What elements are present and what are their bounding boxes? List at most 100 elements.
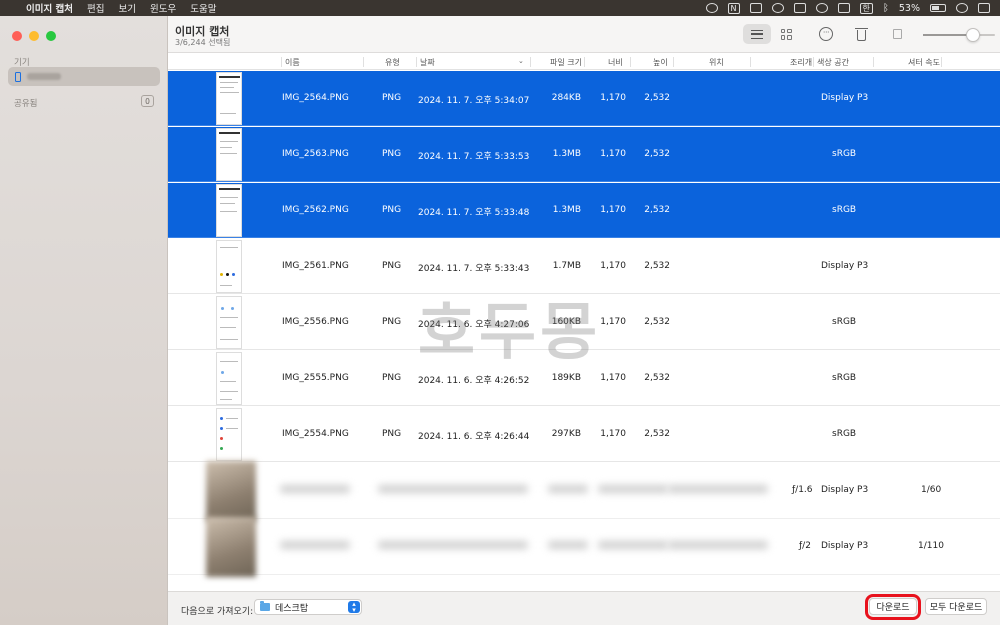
messages-status-icon[interactable] (705, 3, 718, 13)
table-row[interactable]: IMG_2563.PNG PNG 2024. 11. 7. 오후 5:33:53… (168, 127, 1000, 182)
file-size: 189KB (551, 373, 581, 383)
image-height: 2,532 (644, 317, 670, 327)
image-width: 1,170 (600, 261, 626, 271)
color-space: sRGB (832, 317, 857, 327)
sync-status-icon[interactable] (771, 3, 784, 13)
column-header-type[interactable]: 유형 (385, 57, 400, 68)
image-height: 2,532 (644, 429, 670, 439)
file-name: IMG_2562.PNG (282, 205, 349, 215)
iphone-icon (15, 71, 21, 82)
list-icon (751, 29, 763, 39)
grid-icon (780, 28, 792, 40)
more-options-button[interactable]: ··· (812, 24, 840, 44)
chevron-updown-icon: ▴ ▾ (348, 601, 360, 614)
color-space: sRGB (832, 205, 857, 215)
shield-status-icon[interactable] (793, 3, 806, 13)
image-width: 1,170 (600, 429, 626, 439)
clock-status-icon[interactable] (815, 3, 828, 13)
import-destination-label: 다음으로 가져오기: (181, 607, 254, 617)
minimize-window-button[interactable] (29, 31, 39, 41)
rotate-button[interactable] (883, 24, 911, 44)
column-header-shutter-speed[interactable]: 셔터 속도 (908, 57, 940, 68)
thumbnail-image (216, 352, 242, 405)
shutter-speed: 1/60 (921, 485, 942, 495)
file-date: 2024. 11. 6. 오후 4:27:06 (418, 320, 530, 330)
column-header-file-size[interactable]: 파일 크기 (550, 57, 582, 68)
thumbnail-image (216, 296, 242, 349)
sidebar-item-device[interactable] (8, 67, 160, 86)
table-row[interactable]: IMG_2555.PNG PNG 2024. 11. 6. 오후 4:26:52… (168, 351, 1000, 406)
shared-count-badge: 0 (141, 95, 154, 107)
battery-icon[interactable] (930, 4, 946, 12)
thumbnail-image (216, 128, 242, 181)
menu-view[interactable]: 보기 (119, 1, 136, 15)
table-row-blurred[interactable]: ƒ/1.6 Display P3 1/60 (168, 461, 1000, 521)
image-width: 1,170 (600, 317, 626, 327)
rotate-icon (892, 29, 902, 39)
battery-percent: 53% (898, 2, 920, 14)
download-button[interactable]: 다운로드 (869, 598, 917, 615)
color-space: Display P3 (821, 485, 869, 495)
column-header-width[interactable]: 너비 (608, 57, 623, 68)
control-center-icon[interactable] (978, 3, 990, 13)
file-date: 2024. 11. 7. 오후 5:34:07 (418, 96, 530, 106)
input-source-icon[interactable]: 한 (859, 2, 873, 14)
delete-button[interactable] (847, 24, 875, 44)
trash-icon (854, 27, 868, 41)
notion-status-icon[interactable]: N (727, 2, 740, 14)
wifi-icon[interactable] (956, 3, 968, 13)
sidebar: 기기 공유됨 0 (0, 16, 168, 625)
file-name: IMG_2554.PNG (282, 429, 349, 439)
sort-descending-icon[interactable]: ⌄ (518, 57, 524, 65)
bluetooth-icon[interactable]: ᛒ (883, 3, 889, 14)
table-row[interactable]: IMG_2556.PNG PNG 2024. 11. 6. 오후 4:27:06… (168, 295, 1000, 350)
image-height: 2,532 (644, 261, 670, 271)
list-view-button[interactable] (743, 24, 771, 44)
download-all-button[interactable]: 모두 다운로드 (925, 598, 987, 615)
menu-edit[interactable]: 편집 (87, 1, 104, 15)
image-height: 2,532 (644, 93, 670, 103)
table-row[interactable]: IMG_2561.PNG PNG 2024. 11. 7. 오후 5:33:43… (168, 239, 1000, 294)
display-status-icon[interactable] (837, 3, 850, 13)
zoom-window-button[interactable] (46, 31, 56, 41)
menu-help[interactable]: 도움말 (190, 1, 216, 15)
app-status-icon[interactable] (749, 3, 762, 13)
column-header-location[interactable]: 위치 (709, 57, 724, 68)
image-width: 1,170 (600, 205, 626, 215)
column-header-name[interactable]: 이름 (285, 57, 300, 68)
table-row-blurred[interactable]: ƒ/2 Display P3 1/110 (168, 517, 1000, 577)
file-date: 2024. 11. 7. 오후 5:33:53 (418, 152, 530, 162)
grid-view-button[interactable] (772, 24, 800, 44)
column-header-aperture[interactable]: 조리개 (790, 57, 812, 68)
menu-app-name[interactable]: 이미지 캡처 (26, 1, 73, 15)
table-row[interactable]: IMG_2554.PNG PNG 2024. 11. 6. 오후 4:26:44… (168, 407, 1000, 462)
image-height: 2,532 (644, 205, 670, 215)
device-name-blurred (27, 73, 61, 80)
import-destination-select[interactable]: 데스크탑 ▴ ▾ (254, 599, 362, 615)
image-capture-window: 기기 공유됨 0 이미지 캡처 3/6,244 선택됨 ··· 이름 유형 날짜… (0, 16, 1000, 625)
file-date: 2024. 11. 7. 오후 5:33:43 (418, 264, 530, 274)
file-size: 284KB (551, 93, 581, 103)
window-controls (12, 31, 56, 41)
file-size: 160KB (551, 317, 581, 327)
close-window-button[interactable] (12, 31, 22, 41)
column-header-color-space[interactable]: 색상 공간 (817, 57, 849, 68)
table-header: 이름 유형 날짜 ⌄ 파일 크기 너비 높이 위치 조리개 색상 공간 셔터 속… (168, 54, 1000, 70)
file-date: 2024. 11. 6. 오후 4:26:52 (418, 376, 530, 386)
menu-window[interactable]: 윈도우 (150, 1, 176, 15)
thumbnail-image (216, 408, 242, 461)
column-header-date[interactable]: 날짜 (420, 57, 435, 68)
file-type: PNG (382, 205, 402, 215)
file-name: IMG_2564.PNG (282, 93, 349, 103)
thumbnail-image (216, 72, 242, 125)
table-row[interactable]: IMG_2562.PNG PNG 2024. 11. 7. 오후 5:33:48… (168, 183, 1000, 238)
file-type: PNG (382, 149, 402, 159)
thumbnail-size-slider[interactable] (923, 28, 995, 42)
menu-bar: 이미지 캡처 편집 보기 윈도우 도움말 N 한 ᛒ 53% (0, 0, 1000, 16)
file-name: IMG_2556.PNG (282, 317, 349, 327)
slider-knob[interactable] (966, 28, 980, 42)
folder-icon (260, 601, 270, 611)
column-header-height[interactable]: 높이 (653, 57, 668, 68)
thumbnail-image (216, 240, 242, 293)
table-row[interactable]: IMG_2564.PNG PNG 2024. 11. 7. 오후 5:34:07… (168, 71, 1000, 126)
